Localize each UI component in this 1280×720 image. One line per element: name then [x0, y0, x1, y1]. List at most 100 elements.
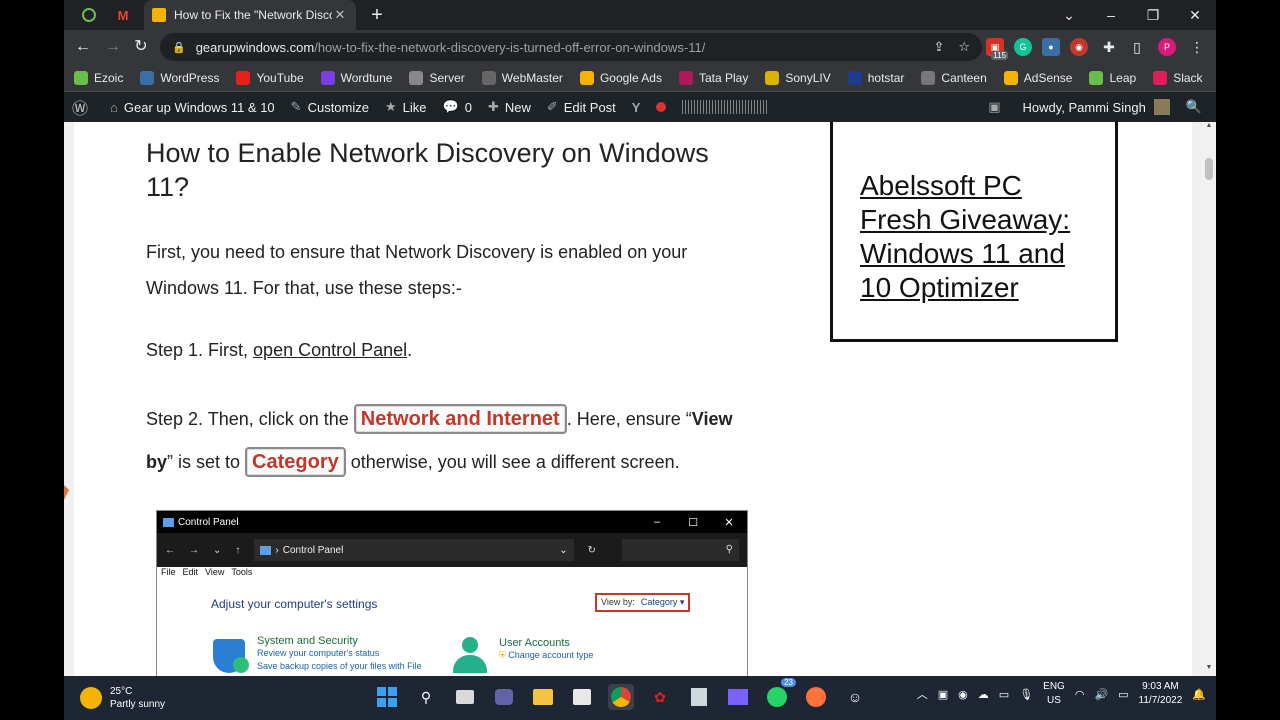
bookmark-canteen[interactable]: Canteen	[921, 70, 987, 85]
microphone-icon[interactable]: 🎙	[1019, 688, 1033, 701]
sparkline-icon	[682, 100, 769, 114]
close-window-button[interactable]: ✕	[1174, 0, 1216, 30]
bookmark-wordtune[interactable]: Wordtune	[320, 70, 392, 85]
stats-sparkline[interactable]	[674, 100, 776, 114]
start-button[interactable]	[374, 684, 400, 710]
grammarly-icon[interactable]: G	[1014, 38, 1032, 56]
wp-comments-link[interactable]: 💬 0	[435, 99, 480, 115]
search-taskbar-button[interactable]: ⚲	[413, 684, 439, 710]
open-control-panel-link[interactable]: open Control Panel	[253, 340, 407, 360]
bookmark-adsense[interactable]: AdSense	[1003, 70, 1072, 85]
wp-like-link[interactable]: ★ Like	[377, 99, 435, 115]
face-app-button[interactable]: ☺	[842, 684, 868, 710]
language-indicator[interactable]: ENG US	[1043, 680, 1065, 708]
huawei-button[interactable]: ✿	[647, 684, 673, 710]
bookmark-server[interactable]: Server	[409, 70, 465, 85]
restore-button[interactable]: ❐	[1132, 0, 1174, 30]
scroll-up-icon[interactable]: ▲	[1202, 122, 1216, 134]
bookmark-webmaster[interactable]: WebMaster	[481, 70, 563, 85]
firefox-button[interactable]	[803, 684, 829, 710]
scroll-thumb[interactable]	[1205, 158, 1213, 180]
tray-cloud-icon[interactable]: ☁	[978, 688, 989, 701]
chat-button[interactable]	[491, 684, 517, 710]
bookmark-sonyliv[interactable]: SonyLIV	[765, 70, 831, 85]
wp-account-link[interactable]: Howdy, Pammi Singh	[1015, 99, 1178, 115]
wp-site-link[interactable]: ⌂ Gear up Windows 11 & 10	[102, 100, 283, 115]
side-panel-icon[interactable]: ▯	[1128, 38, 1146, 56]
step-1-suffix: .	[407, 340, 413, 360]
page-scrollbar[interactable]: ▲ ▼	[1202, 122, 1216, 676]
article-container: How to Enable Network Discovery on Windo…	[74, 122, 1192, 676]
search-taskbar-icon: ⚲	[420, 688, 432, 705]
bookmark-tata-play[interactable]: Tata Play	[678, 70, 748, 85]
step-2-mid2: ” is set to	[167, 452, 246, 472]
browser-toolbar: ← → ↻ 🔒 gearupwindows.com /how-to-fix-th…	[64, 30, 1216, 64]
cp-address-text: Control Panel	[282, 544, 344, 556]
bookmark-ezoic[interactable]: Ezoic	[74, 70, 123, 85]
url-path: /how-to-fix-the-network-discovery-is-tur…	[314, 39, 706, 55]
notification-bell-icon[interactable]: 🔔	[1192, 688, 1206, 701]
whatsapp-button[interactable]: 23	[764, 678, 796, 710]
tab-active[interactable]: How to Fix the "Network Discove ✕	[144, 0, 356, 30]
bookmark-star-icon[interactable]: ☆	[958, 39, 970, 55]
wp-edit-post-link[interactable]: ✐ Edit Post	[539, 99, 624, 115]
tab-search-button[interactable]: ⌄	[1048, 0, 1090, 30]
battery-icon[interactable]: ▭	[1118, 688, 1128, 701]
tab-close-icon[interactable]: ✕	[332, 7, 348, 23]
chrome-button[interactable]	[608, 684, 634, 710]
step-2-suffix: otherwise, you will see a different scre…	[345, 452, 680, 472]
promo-link[interactable]: Abelssoft PC Fresh Giveaway: Windows 11 …	[860, 170, 1070, 303]
address-bar[interactable]: 🔒 gearupwindows.com /how-to-fix-the-netw…	[160, 33, 982, 61]
notepad-button[interactable]	[686, 684, 712, 710]
file-explorer-button[interactable]	[530, 684, 556, 710]
weather-widget[interactable]: 25°C Partly sunny	[64, 685, 165, 711]
bookmark-wordpress[interactable]: WordPress	[140, 70, 219, 85]
clock[interactable]: 9:03 AM 11/7/2022	[1139, 680, 1183, 708]
menu-kebab-icon[interactable]: ⋮	[1188, 38, 1206, 56]
bookmark-hotstar[interactable]: hotstar	[847, 70, 904, 85]
seo-score-indicator[interactable]	[648, 102, 674, 112]
extension-person-icon[interactable]: ●	[1042, 38, 1060, 56]
wp-logo-button[interactable]: Ⓦ	[64, 95, 102, 119]
minimize-button[interactable]: –	[1090, 0, 1132, 30]
bookmark-leap[interactable]: Leap	[1089, 70, 1136, 85]
task-view-button[interactable]	[452, 684, 478, 710]
bookmark-google-ads[interactable]: Google Ads	[579, 70, 662, 85]
cp-menu-edit: Edit	[182, 567, 199, 577]
tray-app-icon[interactable]: ▣	[938, 688, 948, 701]
lock-icon[interactable]: 🔒	[172, 41, 186, 54]
tray-chevron-icon[interactable]: ︿	[917, 686, 928, 702]
tab-pinned-leap[interactable]	[72, 0, 106, 30]
extension-red-icon[interactable]: ▣ 115	[986, 38, 1008, 60]
bookmark-slack[interactable]: Slack	[1153, 70, 1203, 85]
store-button[interactable]	[569, 684, 595, 710]
tab-pinned-gmail[interactable]: M	[106, 0, 140, 30]
yoast-button[interactable]: Y	[624, 100, 649, 115]
wifi-icon[interactable]: ◠	[1075, 688, 1085, 701]
cp-system-sub-2: Save backup copies of your files with Fi…	[257, 661, 422, 671]
back-button[interactable]: ←	[72, 36, 94, 58]
tray-chrome-icon[interactable]: ◉	[958, 688, 968, 701]
wp-customize-link[interactable]: ✎ Customize	[283, 99, 377, 115]
new-tab-button[interactable]: +	[366, 4, 388, 26]
reload-button[interactable]: ↻	[130, 36, 152, 58]
firefox-icon	[806, 687, 826, 707]
scroll-down-icon[interactable]: ▼	[1202, 664, 1216, 676]
extensions-puzzle-icon[interactable]: ✚	[1100, 38, 1118, 56]
clipchamp-button[interactable]	[725, 684, 751, 710]
bookmark-favicon-icon	[140, 70, 155, 85]
bookmark-label: SonyLIV	[785, 70, 831, 85]
whatsapp-icon	[767, 687, 787, 707]
forward-button[interactable]: →	[102, 36, 124, 58]
pencil-icon: ✐	[546, 99, 558, 114]
wp-search-button[interactable]: 🔍	[1178, 99, 1216, 115]
profile-avatar[interactable]: P	[1158, 38, 1176, 56]
extension-record-icon[interactable]: ◉	[1070, 38, 1088, 56]
wp-notes-button[interactable]: ▣	[980, 99, 1014, 115]
tray-drive-icon[interactable]: ▭	[999, 688, 1009, 701]
bookmark-youtube[interactable]: YouTube	[236, 70, 304, 85]
bookmarks-bar: Ezoic WordPress YouTube Wordtune Server WebMa…	[64, 64, 1216, 92]
volume-icon[interactable]: 🔊	[1094, 688, 1108, 701]
share-icon[interactable]: ⇪	[933, 39, 944, 55]
wp-new-link[interactable]: ✚ New	[480, 99, 539, 115]
